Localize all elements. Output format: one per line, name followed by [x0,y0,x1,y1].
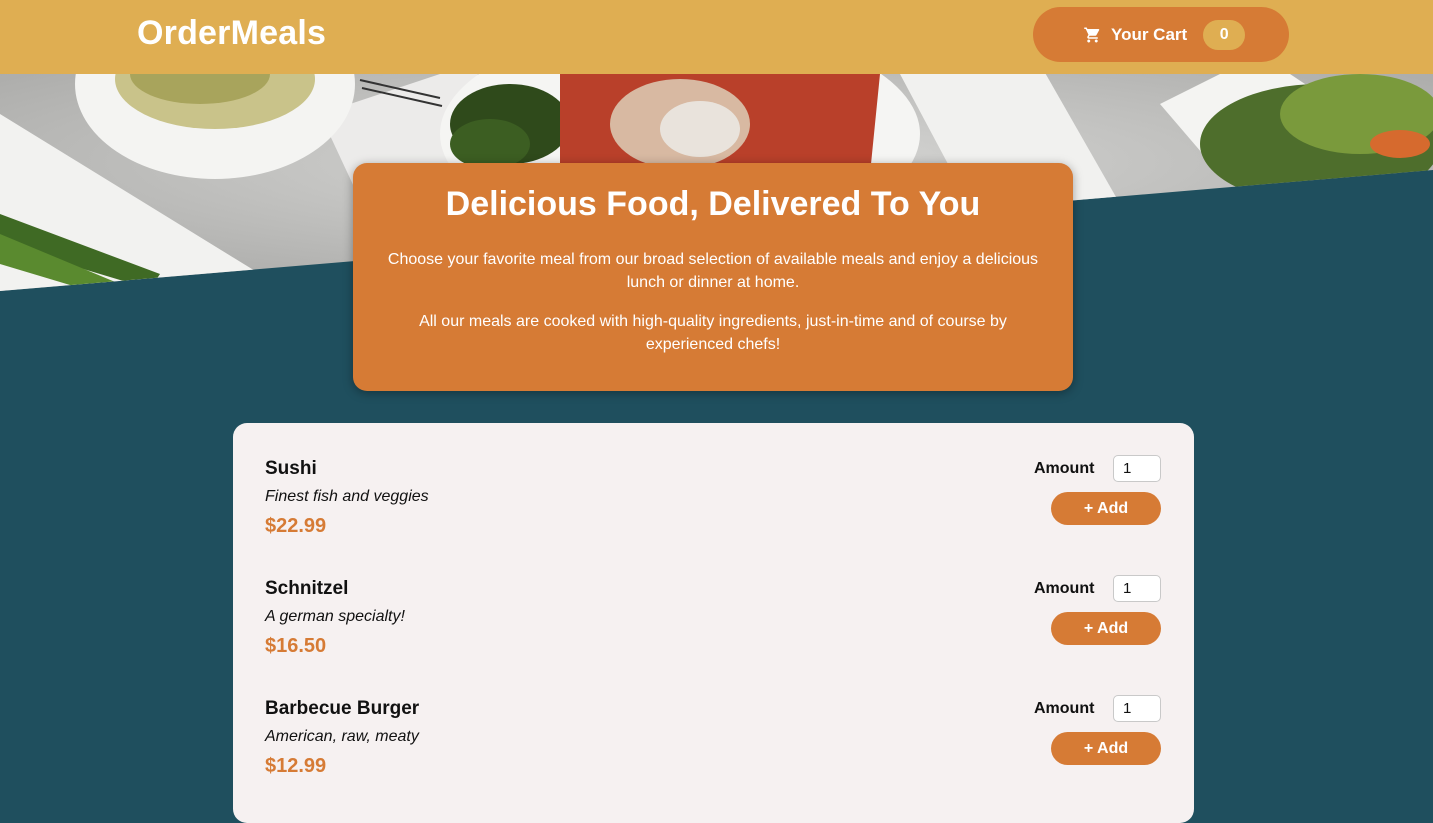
amount-label: Amount [1034,460,1095,477]
summary-paragraph-2: All our meals are cooked with high-quali… [419,313,1007,353]
meal-price: $16.50 [265,635,327,657]
meal-description: A german specialty! [265,608,405,625]
meal-item: Barbecue Burger American, raw, meaty $12… [265,695,1161,798]
meal-price: $22.99 [265,515,327,537]
meal-description: Finest fish and veggies [265,488,429,505]
meal-item: Sushi Finest fish and veggies $22.99 Amo… [265,455,1161,558]
add-to-cart-button[interactable]: + Add [1051,492,1161,525]
app-header: OrderMeals Your Cart 0 [0,0,1433,74]
summary-title: Delicious Food, Delivered To You [445,185,981,223]
summary-card: Delicious Food, Delivered To You Choose … [353,163,1073,391]
shopping-cart-icon [1083,26,1102,44]
cart-count-badge: 0 [1203,19,1246,50]
meal-name: Barbecue Burger [265,698,420,719]
meal-name: Sushi [265,458,317,479]
meal-item: Schnitzel A german specialty! $16.50 Amo… [265,575,1161,678]
cart-label: Your Cart [1111,24,1188,44]
amount-input[interactable] [1113,695,1161,722]
cart-button[interactable]: Your Cart 0 [1033,7,1289,62]
meals-list: Sushi Finest fish and veggies $22.99 Amo… [233,423,1194,823]
add-to-cart-button[interactable]: + Add [1051,612,1161,645]
meal-price: $12.99 [265,755,327,777]
amount-label: Amount [1034,700,1095,717]
meal-description: American, raw, meaty [265,728,419,745]
amount-input[interactable] [1113,575,1161,602]
summary-paragraph-1: Choose your favorite meal from our broad… [387,251,1039,291]
amount-input[interactable] [1113,455,1161,482]
amount-label: Amount [1034,580,1095,597]
add-to-cart-button[interactable]: + Add [1051,732,1161,765]
meal-name: Schnitzel [265,578,349,599]
app-logo[interactable]: OrderMeals [137,14,326,53]
